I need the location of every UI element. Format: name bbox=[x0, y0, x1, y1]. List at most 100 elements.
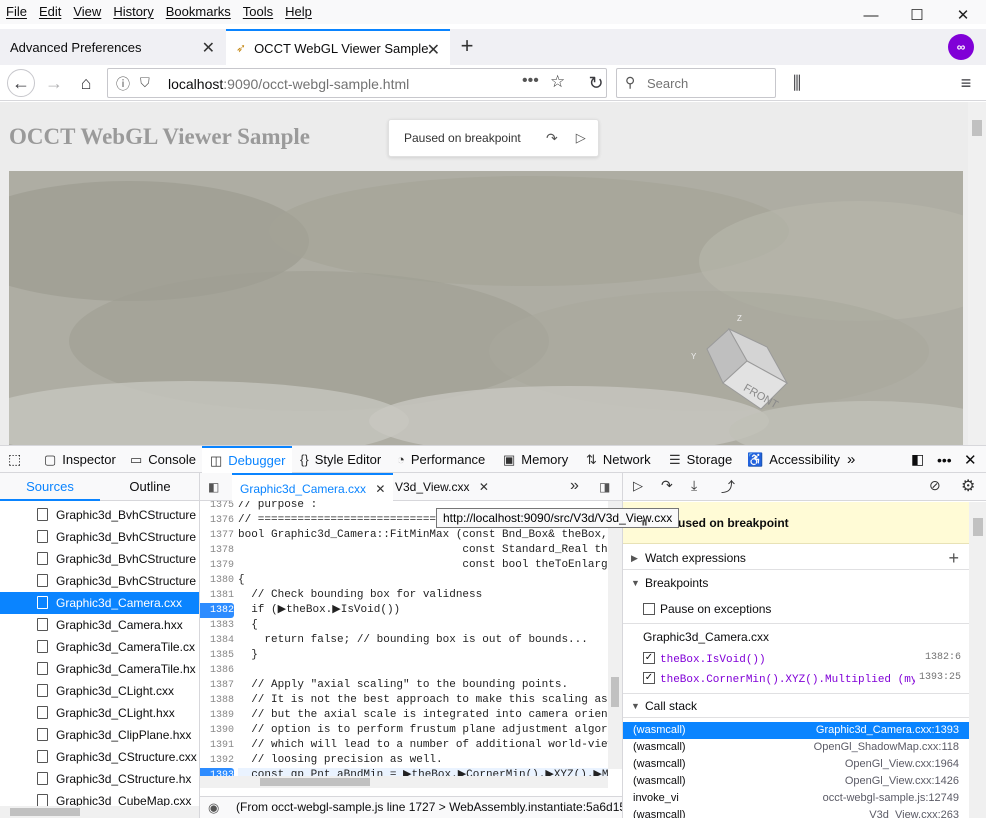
editor-vscrollbar[interactable] bbox=[608, 501, 622, 769]
source-file-item[interactable]: Graphic3d_ClipPlane.hxx bbox=[0, 724, 199, 746]
close-window-button[interactable]: ✕ bbox=[940, 0, 986, 30]
reload-button[interactable]: ↻ bbox=[582, 69, 610, 97]
step-over-icon[interactable]: ↷ bbox=[661, 477, 673, 494]
line-number[interactable]: 1377 bbox=[200, 528, 234, 543]
resume-icon[interactable]: ▷ bbox=[633, 478, 643, 494]
line-number[interactable]: 1392 bbox=[200, 753, 234, 768]
menu-file[interactable]: File bbox=[0, 0, 33, 24]
dtab-memory[interactable]: ▣ Memory bbox=[503, 446, 568, 473]
source-file-item[interactable]: Graphic3d_CameraTile.cx bbox=[0, 636, 199, 658]
site-info-icon[interactable]: ⓘ bbox=[116, 74, 130, 94]
call-stack-frame[interactable]: (wasmcall) OpenGl_View.cxx:1426 bbox=[623, 773, 969, 790]
source-file-item[interactable]: Graphic3d_CameraTile.hx bbox=[0, 658, 199, 680]
dock-toggle-icon[interactable]: ◧ bbox=[911, 446, 924, 473]
line-number[interactable]: 1379 bbox=[200, 558, 234, 573]
toggle-panes-icon[interactable]: ◨ bbox=[599, 480, 610, 494]
page-scrollbar[interactable] bbox=[968, 102, 986, 445]
source-file-item[interactable]: Graphic3d_CLight.cxx bbox=[0, 680, 199, 702]
source-file-item[interactable]: Graphic3d_Camera.cxx bbox=[0, 592, 199, 614]
close-tab-icon[interactable]: ✕ bbox=[375, 482, 385, 496]
bookmark-star-icon[interactable]: ☆ bbox=[550, 72, 565, 92]
private-browsing-icon[interactable]: ∞ bbox=[948, 34, 974, 60]
breakpoint-checkbox[interactable]: ✓ bbox=[643, 672, 655, 684]
line-number[interactable]: 1388 bbox=[200, 693, 234, 708]
menu-edit[interactable]: Edit bbox=[33, 0, 67, 24]
dtab-storage[interactable]: ☰ Storage bbox=[669, 446, 732, 473]
dtab-network[interactable]: ⇅ Network bbox=[586, 446, 651, 473]
sidebar-scrollbar[interactable] bbox=[969, 502, 986, 818]
call-stack-frame[interactable]: invoke_vi occt-webgl-sample.js:12749 bbox=[623, 790, 969, 807]
page-actions-icon[interactable]: ••• bbox=[522, 72, 539, 90]
line-number[interactable]: 1382 bbox=[200, 603, 234, 618]
line-number[interactable]: 1375 bbox=[200, 501, 234, 513]
shield-icon[interactable]: ⛉ bbox=[140, 75, 150, 91]
breakpoints-header[interactable]: ▼ Breakpoints bbox=[623, 571, 969, 595]
view-cube[interactable]: FRONT Z Y bbox=[689, 311, 799, 421]
maximize-button[interactable]: ☐ bbox=[894, 0, 940, 30]
line-number[interactable]: 1383 bbox=[200, 618, 234, 633]
close-tab-icon[interactable]: ✕ bbox=[202, 38, 215, 58]
line-number[interactable]: 1378 bbox=[200, 543, 234, 558]
settings-gear-icon[interactable]: ⚙ bbox=[961, 476, 975, 496]
url-bar[interactable]: ⓘ ⛉ localhost:9090/occt-webgl-sample.htm… bbox=[107, 68, 607, 98]
close-tab-icon[interactable]: ✕ bbox=[427, 40, 440, 60]
home-button[interactable]: ⌂ bbox=[72, 69, 100, 97]
pause-exceptions-checkbox[interactable] bbox=[643, 603, 655, 615]
source-file-item[interactable]: Graphic3d_CubeMap.cxx bbox=[0, 790, 199, 806]
menu-view[interactable]: View bbox=[67, 0, 107, 24]
close-devtools-icon[interactable]: ✕ bbox=[964, 446, 977, 473]
editor-hscrollbar[interactable] bbox=[200, 776, 608, 788]
dtab-debugger[interactable]: ◫ Debugger bbox=[202, 446, 292, 473]
page-scroll-thumb[interactable] bbox=[972, 120, 982, 136]
minimize-button[interactable]: — bbox=[848, 0, 894, 30]
call-stack-frame[interactable]: (wasmcall) V3d_View.cxx:263 bbox=[623, 807, 969, 818]
line-number[interactable]: 1381 bbox=[200, 588, 234, 603]
source-file-item[interactable]: Graphic3d_BvhCStructure bbox=[0, 548, 199, 570]
line-number[interactable]: 1385 bbox=[200, 648, 234, 663]
breakpoint-checkbox[interactable]: ✓ bbox=[643, 652, 655, 664]
breakpoint-row[interactable]: ✓ theBox.IsVoid()) 1382:6 bbox=[643, 648, 961, 668]
dtab-inspector[interactable]: ▢ Inspector bbox=[44, 446, 116, 473]
sidebar-scroll-thumb[interactable] bbox=[973, 518, 983, 536]
back-button[interactable]: ← bbox=[7, 69, 35, 97]
resume-icon[interactable]: ▷ bbox=[576, 130, 586, 146]
dtab-console[interactable]: ▭ Console bbox=[130, 446, 196, 473]
hamburger-menu-icon[interactable]: ≡ bbox=[952, 69, 980, 97]
source-file-item[interactable]: Graphic3d_CStructure.hx bbox=[0, 768, 199, 790]
close-tab-icon[interactable]: ✕ bbox=[479, 480, 489, 494]
step-in-icon[interactable]: ⤓ bbox=[691, 477, 697, 494]
menu-help[interactable]: Help bbox=[279, 0, 318, 24]
tab-advanced-preferences[interactable]: Advanced Preferences ✕ bbox=[0, 29, 225, 65]
editor-vscroll-thumb[interactable] bbox=[611, 677, 619, 707]
sources-hscrollbar[interactable] bbox=[0, 806, 199, 818]
step-over-icon[interactable]: ↷ bbox=[546, 130, 558, 147]
line-number[interactable]: 1387 bbox=[200, 678, 234, 693]
forward-button[interactable]: → bbox=[40, 69, 68, 97]
line-number[interactable]: 1384 bbox=[200, 633, 234, 648]
toggle-sources-icon[interactable]: ◧ bbox=[208, 480, 219, 494]
source-file-item[interactable]: Graphic3d_CStructure.cxx bbox=[0, 746, 199, 768]
breakpoint-row[interactable]: ✓ theBox.CornerMin().XYZ().Multiplied (m… bbox=[643, 668, 961, 688]
menu-tools[interactable]: Tools bbox=[237, 0, 279, 24]
eye-icon[interactable]: ◉ bbox=[208, 797, 219, 818]
more-editor-tabs-icon[interactable]: » bbox=[570, 477, 579, 495]
pause-on-exceptions[interactable]: Pause on exceptions bbox=[643, 599, 771, 619]
devtools-menu-icon[interactable]: ••• bbox=[937, 446, 952, 473]
webgl-viewer-canvas[interactable]: FRONT Z Y bbox=[9, 171, 963, 445]
call-stack-frame[interactable]: (wasmcall) Graphic3d_Camera.cxx:1393 bbox=[623, 722, 969, 739]
source-file-item[interactable]: Graphic3d_BvhCStructure bbox=[0, 504, 199, 526]
source-file-item[interactable]: Graphic3d_BvhCStructure bbox=[0, 526, 199, 548]
url-text[interactable]: localhost:9090/occt-webgl-sample.html bbox=[168, 76, 409, 92]
library-icon[interactable]: ⫼ bbox=[783, 69, 811, 97]
add-watch-icon[interactable]: + bbox=[948, 546, 959, 570]
editor-tab-v3dview[interactable]: V3d_View.cxx ✕ bbox=[387, 473, 497, 501]
menu-history[interactable]: History bbox=[107, 0, 159, 24]
editor-tab-camera[interactable]: Graphic3d_Camera.cxx ✕ bbox=[232, 473, 394, 501]
line-number[interactable]: 1386 bbox=[200, 663, 234, 678]
source-file-item[interactable]: Graphic3d_BvhCStructure bbox=[0, 570, 199, 592]
tab-outline[interactable]: Outline bbox=[100, 473, 200, 501]
line-number[interactable]: 1376 bbox=[200, 513, 234, 528]
tab-occt-webgl[interactable]: ➶ OCCT WebGL Viewer Sample ✕ bbox=[226, 29, 450, 65]
line-number[interactable]: 1380 bbox=[200, 573, 234, 588]
line-number[interactable]: 1391 bbox=[200, 738, 234, 753]
